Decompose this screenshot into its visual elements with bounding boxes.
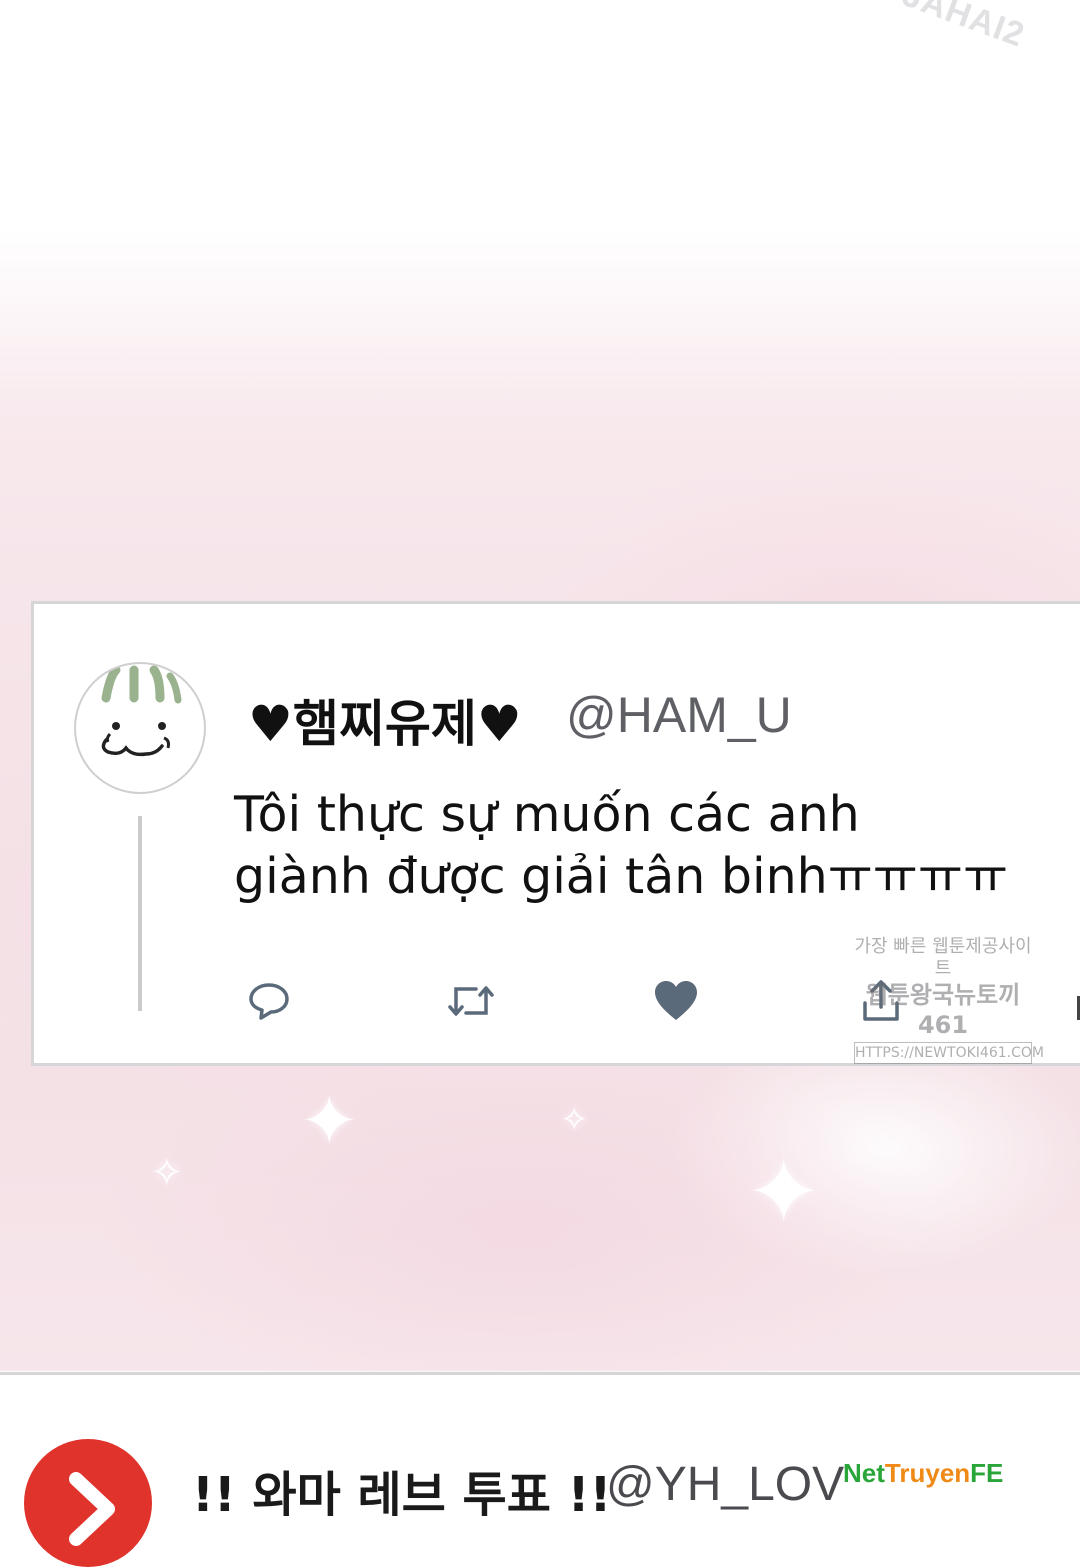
avatar[interactable] <box>74 662 206 794</box>
user-handle[interactable]: @HAM_U <box>566 686 792 744</box>
thread-line <box>138 816 142 1011</box>
reply-icon <box>249 983 289 1020</box>
display-name[interactable]: ♥햄찌유제♥ <box>248 684 522 756</box>
stamp-url: HTTPS://NEWTOKI461.COM <box>854 1042 1044 1064</box>
tweet-card: ♥햄찌유제♥ @HAM_U Tôi thực sự muốn các anh g… <box>31 601 1080 1066</box>
logo-text: FE <box>970 1458 1004 1488</box>
logo-text: Truyen <box>884 1458 971 1488</box>
tweet-card: !! 와마 레브 투표 !! @YH_LOV <box>0 1372 1080 1567</box>
stamp-line: 가장 빠른 웹툰제공사이트 <box>854 936 1032 979</box>
stamp-line: 웹툰왕국뉴토끼461 <box>865 981 1021 1039</box>
avatar[interactable] <box>24 1439 152 1567</box>
tweet-text: Tôi thực sự muốn các anh giành được giải… <box>234 784 1054 908</box>
retweet-icon <box>448 986 494 1016</box>
sparkle-decoration: ✧ <box>150 1150 184 1196</box>
heart-icon <box>655 981 697 1020</box>
retweet-button[interactable] <box>446 976 496 1026</box>
logo-text: Net <box>843 1458 885 1488</box>
sparkle-decoration: ✧ <box>560 1100 589 1140</box>
site-watermark-stamp: 가장 빠른 웹툰제공사이트 웹툰왕국뉴토끼461 HTTPS://NEWTOKI… <box>848 936 1044 1064</box>
sparkle-decoration: ✦ <box>746 1140 822 1245</box>
sparkle-decoration: ✦ <box>300 1080 359 1162</box>
reply-button[interactable] <box>244 976 294 1026</box>
like-button[interactable] <box>651 976 701 1026</box>
user-handle[interactable]: @YH_LOV <box>606 1457 844 1512</box>
tweet-text-line: Tôi thực sự muốn các anh <box>234 786 860 843</box>
site-logo: NetTruyenFE <box>843 1458 1003 1489</box>
tweet-text-line: giành được giải tân binhㅠㅠㅠㅠ <box>234 848 1009 905</box>
display-name[interactable]: !! 와마 레브 투표 !! <box>192 1455 611 1525</box>
arrow-logo-icon <box>69 1472 115 1546</box>
hamster-face-icon <box>101 665 182 757</box>
